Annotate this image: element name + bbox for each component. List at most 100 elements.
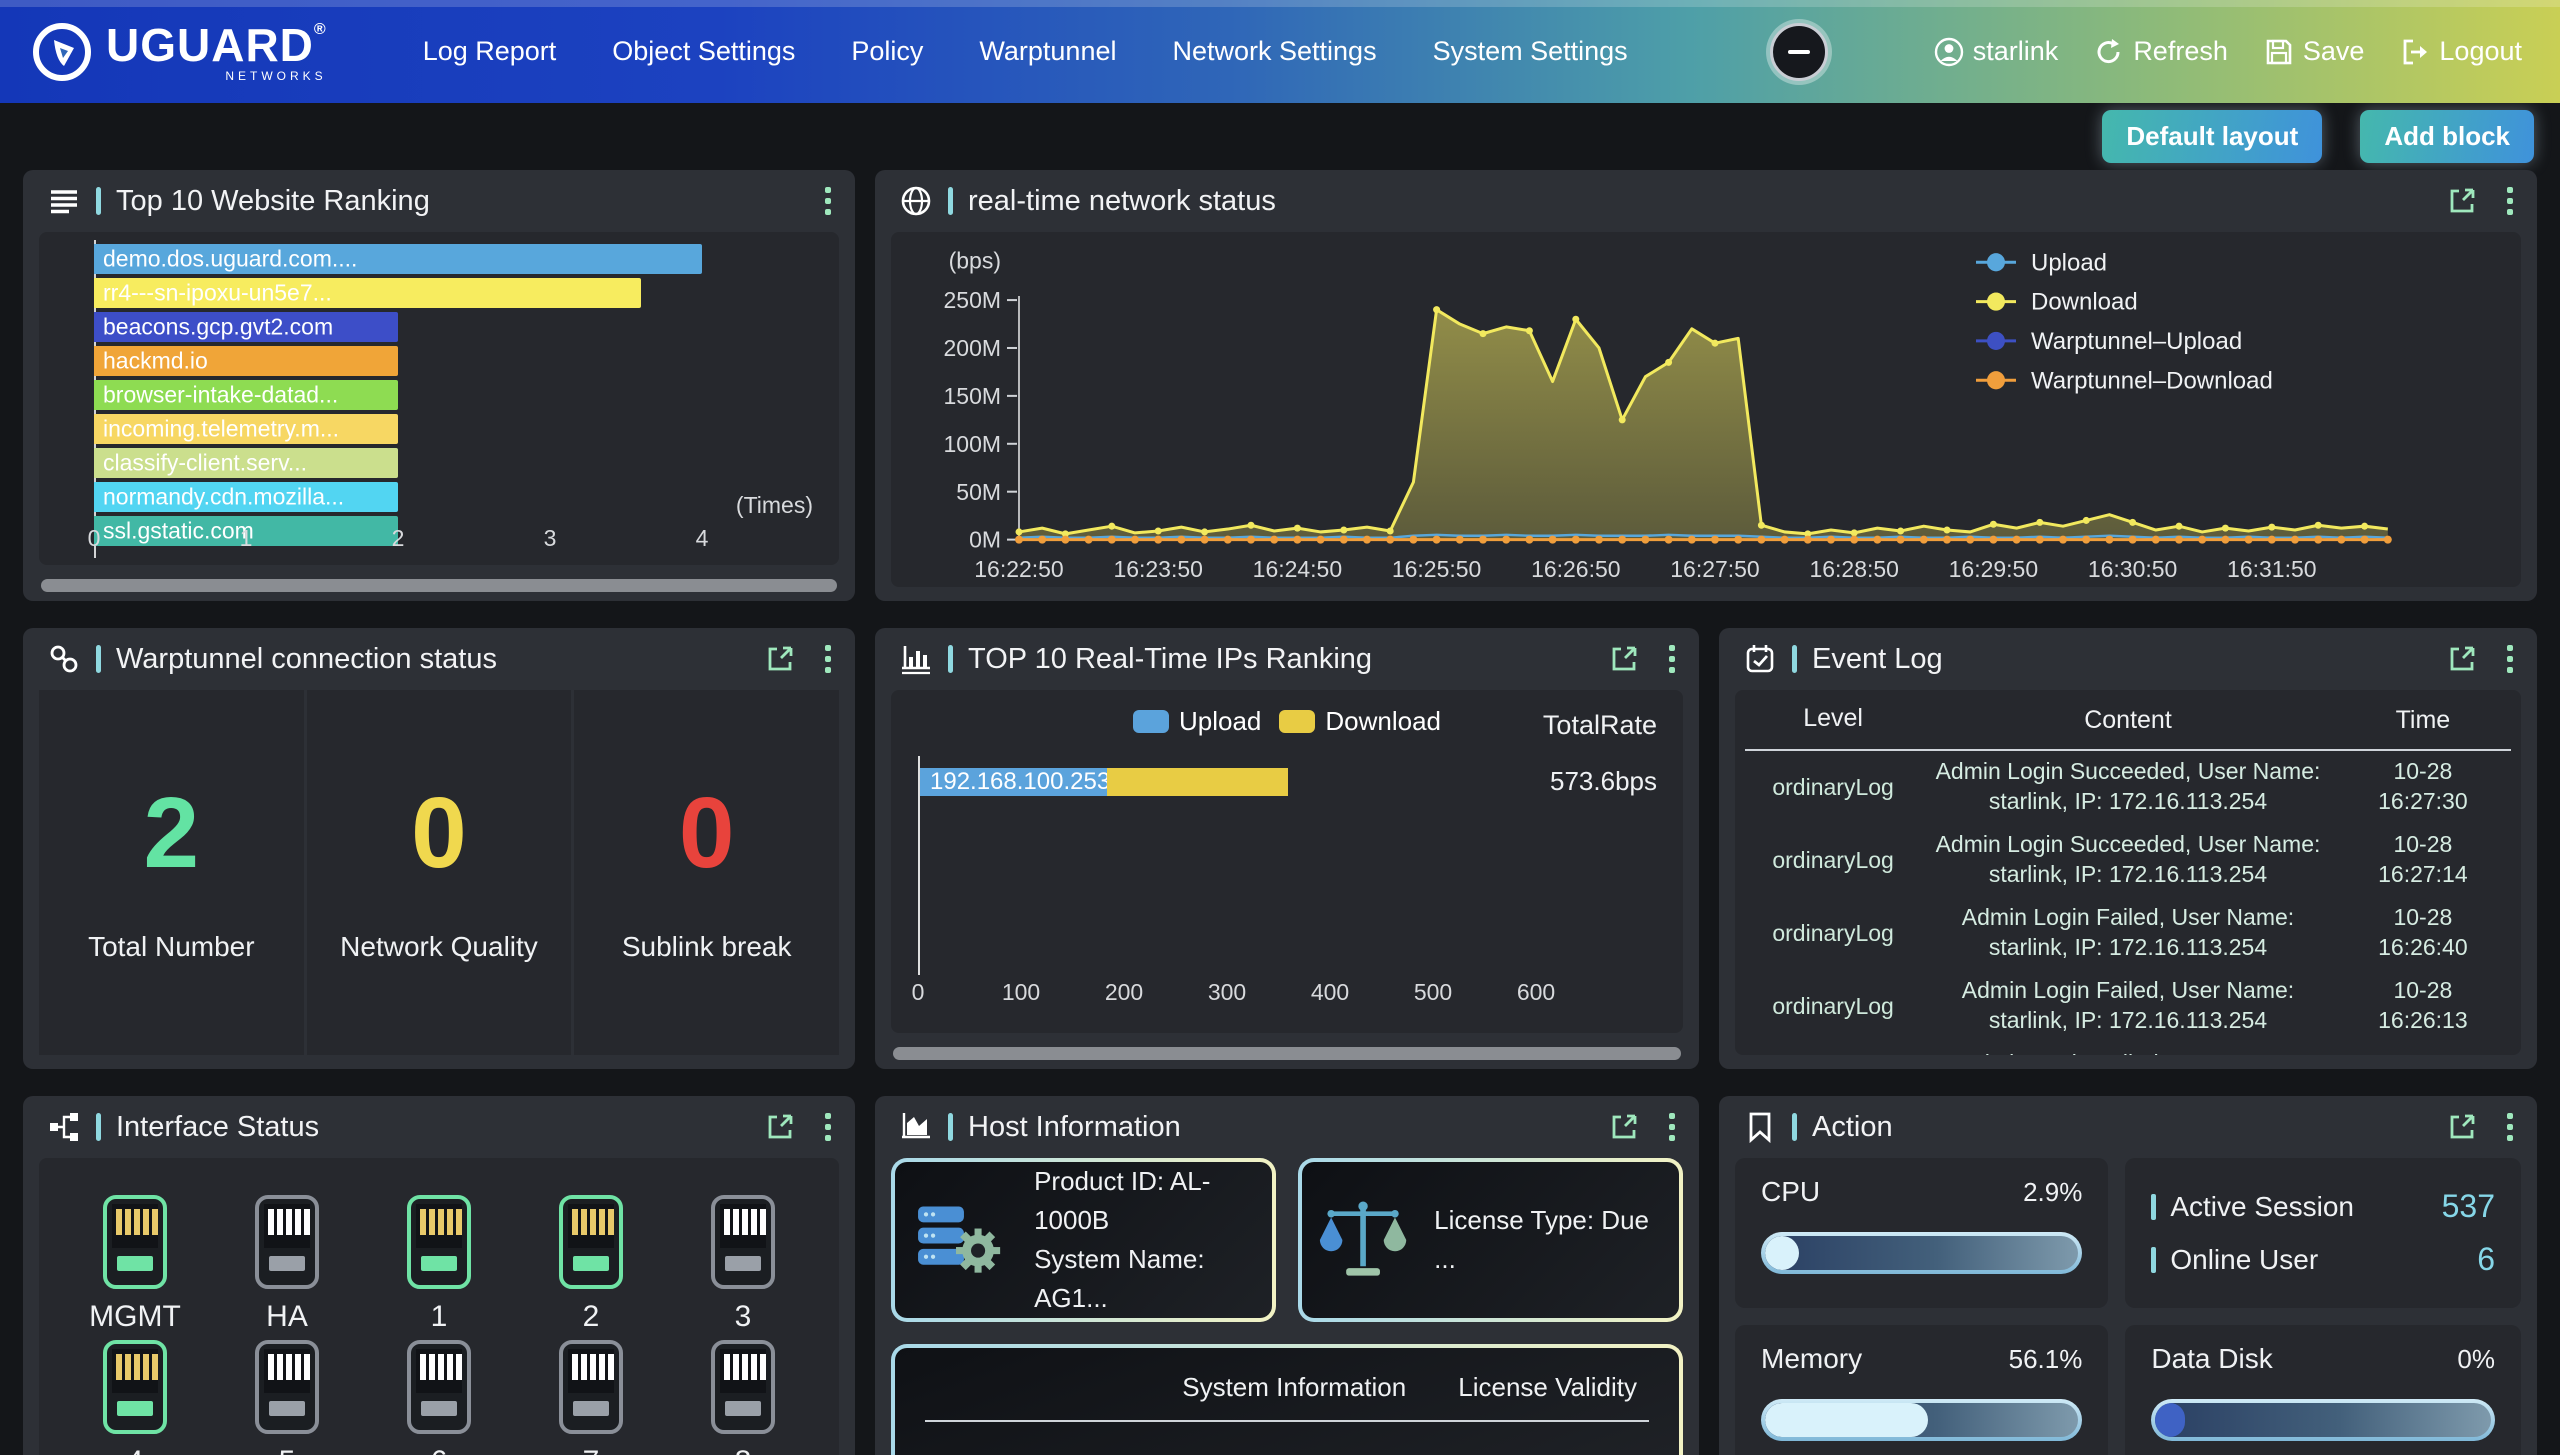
- network-nodes-icon: [47, 1110, 81, 1144]
- horizontal-scrollbar[interactable]: [893, 1047, 1681, 1060]
- kebab-menu-icon[interactable]: [825, 645, 831, 673]
- port-label: 7: [583, 1445, 600, 1455]
- cpu-gauge: CPU2.9%: [1735, 1158, 2108, 1308]
- external-link-icon[interactable]: [765, 644, 795, 674]
- nav-item-policy[interactable]: Policy: [851, 36, 923, 67]
- ip-address-label: 192.168.100.253: [930, 768, 1110, 796]
- interface-port-mgmt: MGMT: [89, 1194, 181, 1339]
- ranking-bar-label: rr4---sn-ipoxu-un5e7...: [103, 280, 332, 307]
- session-value: 537: [2442, 1188, 2495, 1225]
- x-tick-label: 100: [1002, 979, 1040, 1006]
- stat-value: 2: [144, 783, 200, 883]
- log-content: Admin Login Failed, User Name: starlink,…: [1921, 976, 2335, 1036]
- ranking-bar-row: hackmd.io: [94, 346, 829, 376]
- legend-item-upload[interactable]: Upload: [1133, 706, 1261, 737]
- ip-stacked-bar: 192.168.100.253: [920, 768, 1288, 796]
- log-level: ordinaryLog: [1745, 774, 1921, 801]
- external-link-icon[interactable]: [1609, 1112, 1639, 1142]
- kebab-menu-icon[interactable]: [825, 187, 831, 215]
- svg-text:100M: 100M: [944, 431, 1001, 457]
- legend-item-warptunnel-upload[interactable]: Warptunnel–Upload: [1976, 328, 2242, 355]
- external-link-icon[interactable]: [2447, 186, 2477, 216]
- tab-license-validity[interactable]: License Validity: [1458, 1372, 1637, 1403]
- save-button[interactable]: Save: [2264, 36, 2365, 67]
- total-rate-header: TotalRate: [1543, 710, 1657, 741]
- port-label: 4: [127, 1445, 144, 1455]
- port-label: 3: [735, 1300, 752, 1334]
- svg-text:250M: 250M: [944, 287, 1001, 313]
- external-link-icon[interactable]: [2447, 1112, 2477, 1142]
- panel-ips-ranking: TOP 10 Real-Time IPs Ranking UploadDownl…: [875, 628, 1699, 1069]
- kebab-menu-icon[interactable]: [2507, 1113, 2513, 1141]
- logout-button[interactable]: Logout: [2400, 36, 2522, 67]
- kebab-menu-icon[interactable]: [2507, 645, 2513, 673]
- session-value: 6: [2477, 1241, 2495, 1278]
- nav-item-object-settings[interactable]: Object Settings: [612, 36, 795, 67]
- ranking-bar-row: beacons.gcp.gvt2.com: [94, 312, 829, 342]
- port-label: 2: [583, 1300, 600, 1334]
- table-row: ordinaryLogAdmin Login Succeeded, User N…: [1745, 751, 2511, 824]
- session-label: Online User: [2170, 1244, 2318, 1276]
- user-icon: [1934, 37, 1964, 67]
- session-row: Online User 6: [2151, 1241, 2495, 1278]
- brand-logo[interactable]: UGUARD® NETWORKS: [30, 20, 327, 84]
- nav-item-log-report[interactable]: Log Report: [423, 36, 557, 67]
- stat-label: Total Number: [88, 931, 255, 963]
- x-tick-label: 600: [1517, 979, 1555, 1006]
- legend-item-warptunnel-download[interactable]: Warptunnel–Download: [1976, 367, 2273, 394]
- x-tick-label: 0: [88, 525, 101, 552]
- column-header-content: Content: [1921, 704, 2335, 737]
- svg-text:16:27:50: 16:27:50: [1670, 556, 1759, 582]
- x-tick-label: 2: [392, 525, 405, 552]
- title-accent-bar: [96, 1113, 101, 1141]
- x-tick-label: 300: [1208, 979, 1246, 1006]
- download-segment: [1107, 768, 1287, 796]
- ranking-bar-row: normandy.cdn.mozilla...: [94, 482, 829, 512]
- port-active-icon: [406, 1194, 472, 1290]
- log-time: 10-2816:27:14: [2335, 830, 2511, 890]
- cpu-percent: 2.9%: [2023, 1177, 2082, 1208]
- horizontal-scrollbar[interactable]: [41, 579, 837, 592]
- port-label: 5: [279, 1445, 296, 1455]
- external-link-icon[interactable]: [1609, 644, 1639, 674]
- legend-item-download[interactable]: Download: [1279, 706, 1441, 737]
- bar-chart-icon: [899, 642, 933, 676]
- accent-tick: [2151, 1194, 2156, 1220]
- collapse-toggle-button[interactable]: [1770, 23, 1828, 81]
- brand-name: UGUARD: [106, 19, 314, 71]
- x-tick-label: 0: [912, 979, 925, 1006]
- host-information-body: Product ID: AL-1000BSystem Name: AG1...: [891, 1158, 1683, 1455]
- panel-interface-status: Interface Status MGMTHA12345678: [23, 1096, 855, 1455]
- kebab-menu-icon[interactable]: [825, 1113, 831, 1141]
- balance-scale-icon: [1318, 1194, 1408, 1286]
- kebab-menu-icon[interactable]: [1669, 1113, 1675, 1141]
- port-inactive-icon: [710, 1194, 776, 1290]
- nav-item-network-settings[interactable]: Network Settings: [1172, 36, 1376, 67]
- user-menu[interactable]: starlink: [1934, 36, 2059, 67]
- svg-text:16:24:50: 16:24:50: [1253, 556, 1342, 582]
- default-layout-button[interactable]: Default layout: [2102, 110, 2322, 163]
- add-block-button[interactable]: Add block: [2360, 110, 2534, 163]
- svg-text:16:30:50: 16:30:50: [2088, 556, 2177, 582]
- x-tick-label: 200: [1105, 979, 1143, 1006]
- ranking-bar-row: demo.dos.uguard.com....: [94, 244, 829, 274]
- legend-item-upload[interactable]: Upload: [1976, 249, 2107, 276]
- external-link-icon[interactable]: [2447, 644, 2477, 674]
- tab-system-information[interactable]: System Information: [1182, 1372, 1406, 1403]
- host-card-text: Product ID: AL-1000BSystem Name: AG1...: [1034, 1162, 1256, 1318]
- external-link-icon[interactable]: [765, 1112, 795, 1142]
- svg-text:50M: 50M: [956, 479, 1001, 505]
- main-menu: Log Report Object Settings Policy Warptunne…: [423, 36, 1628, 67]
- nav-item-warptunnel[interactable]: Warptunnel: [979, 36, 1116, 67]
- svg-text:16:22:50: 16:22:50: [974, 556, 1063, 582]
- ranking-bar-row: classify-client.serv...: [94, 448, 829, 478]
- port-inactive-icon: [254, 1339, 320, 1435]
- nav-item-system-settings[interactable]: System Settings: [1433, 36, 1628, 67]
- data-disk-percent: 0%: [2457, 1344, 2495, 1375]
- svg-text:200M: 200M: [944, 335, 1001, 361]
- refresh-button[interactable]: Refresh: [2094, 36, 2228, 67]
- legend-item-download[interactable]: Download: [1976, 289, 2138, 316]
- kebab-menu-icon[interactable]: [2507, 187, 2513, 215]
- kebab-menu-icon[interactable]: [1669, 645, 1675, 673]
- svg-text:0M: 0M: [969, 527, 1001, 553]
